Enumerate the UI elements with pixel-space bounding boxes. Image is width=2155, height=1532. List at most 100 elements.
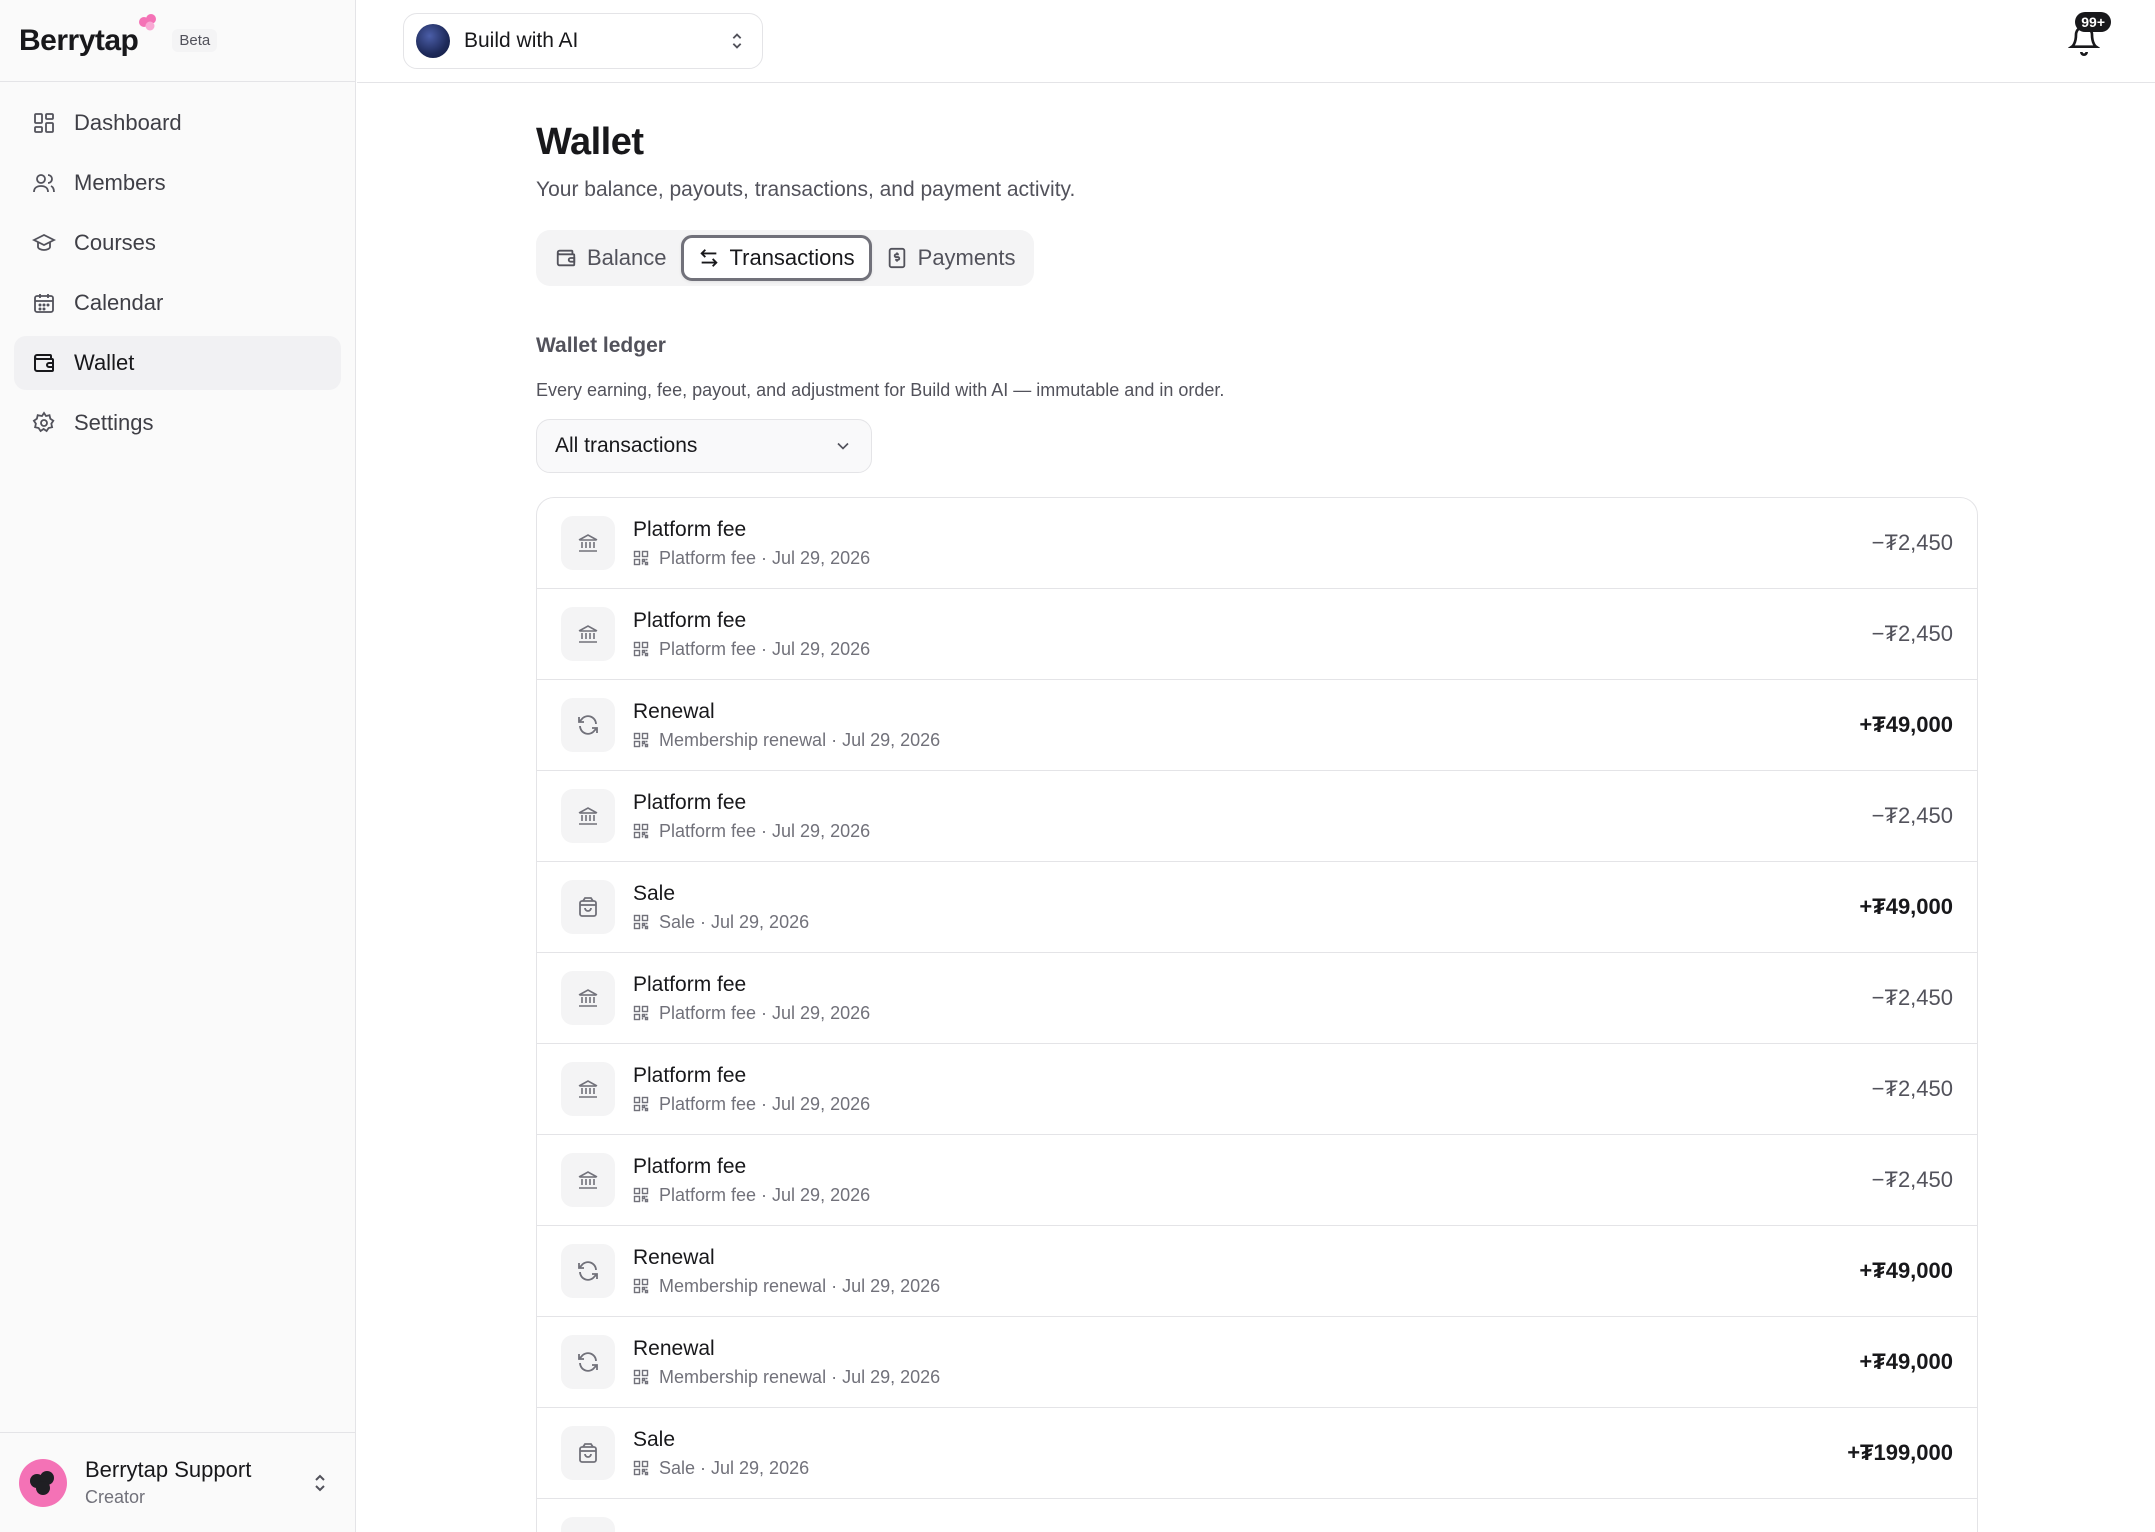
receipt-dollar-icon [888, 247, 905, 269]
ledger-row-meta-text: Platform fee · Jul 29, 2026 [659, 1184, 871, 1205]
bank-icon [561, 1062, 615, 1116]
wallet-icon [32, 351, 56, 375]
ledger-row[interactable]: Platform fee Platform fee · Jul 29, 2026… [537, 1044, 1977, 1135]
tab-transactions[interactable]: Transactions [680, 235, 872, 281]
qr-code-icon [633, 550, 659, 566]
ledger-row[interactable]: Renewal Membership renewal · Jul 29, 202… [537, 680, 1977, 771]
bank-icon [561, 971, 615, 1025]
sidebar-item-label: Members [74, 170, 166, 195]
ledger-row-amount: +₮49,000 [1859, 1349, 1953, 1374]
space-switcher[interactable]: Build with AI [403, 13, 763, 69]
refresh-icon [561, 1244, 615, 1298]
notification-badge: 99+ [2075, 12, 2111, 32]
ledger-list: Platform fee Platform fee · Jul 29, 2026… [536, 497, 1978, 1532]
transaction-filter-select[interactable]: All transactions [536, 419, 872, 473]
ledger-row-title: Platform fee [633, 790, 747, 814]
chevron-down-icon [837, 442, 849, 450]
ledger-row-meta: Sale · Jul 29, 2026 [633, 1458, 1847, 1479]
ledger-row-meta: Membership renewal · Jul 29, 2026 [633, 1367, 1859, 1388]
ledger-row[interactable]: Platform fee Platform fee · Jul 29, 2026… [537, 1135, 1977, 1226]
bank-icon [561, 789, 615, 843]
sidebar-item-calendar[interactable]: Calendar [14, 276, 341, 330]
ledger-row[interactable]: Sale Sale · Jul 29, 2026 +₮49,000 [537, 862, 1977, 953]
ledger-row-meta-text: Platform fee · Jul 29, 2026 [659, 547, 871, 568]
ledger-description: Every earning, fee, payout, and adjustme… [536, 380, 1225, 400]
ledger-row[interactable]: Renewal Membership renewal · Jul 29, 202… [537, 1317, 1977, 1408]
ledger-row-meta: Platform fee · Jul 29, 2026 [633, 1094, 1872, 1115]
ledger-row-text: Platform fee Platform fee · Jul 29, 2026 [633, 973, 1872, 1024]
sidebar-item-label: Calendar [74, 290, 164, 315]
ledger-row-meta-text: Membership renewal · Jul 29, 2026 [659, 1366, 941, 1387]
ledger-row-meta-text: Platform fee · Jul 29, 2026 [659, 1002, 871, 1023]
qr-code-icon [633, 1278, 659, 1294]
brand: Berrytap Beta [0, 0, 355, 82]
ledger-row-meta: Platform fee · Jul 29, 2026 [633, 1003, 1872, 1024]
qr-code-icon [633, 732, 659, 748]
page-title: Wallet [536, 121, 644, 163]
ledger-row-meta-text: Platform fee · Jul 29, 2026 [659, 1093, 871, 1114]
sidebar-item-label: Courses [74, 230, 156, 255]
ledger-row-text: Renewal Membership renewal · Jul 29, 202… [633, 1337, 1859, 1388]
members-icon [32, 171, 56, 195]
wallet-icon [556, 249, 576, 267]
sidebar-item-courses[interactable]: Courses [14, 216, 341, 270]
ledger-row-text: Renewal Membership renewal · Jul 29, 202… [633, 1246, 1859, 1297]
topbar: Build with AI 99+ [357, 0, 2155, 83]
sidebar: Berrytap Beta Dashboard Members Courses … [0, 0, 356, 1532]
ledger-row-meta-text: Sale · Jul 29, 2026 [659, 911, 810, 932]
qr-code-icon [633, 1187, 659, 1203]
ledger-row[interactable]: Platform fee Platform fee · Jul 29, 2026… [537, 498, 1977, 589]
ledger-row-meta: Membership renewal · Jul 29, 2026 [633, 730, 1859, 751]
ledger-row-text: Platform fee Platform fee · Jul 29, 2026 [633, 791, 1872, 842]
tab-balance[interactable]: Balance [541, 235, 681, 281]
ledger-row-text: Sale Sale · Jul 29, 2026 [633, 882, 1859, 933]
ledger-row-text: Renewal Membership renewal · Jul 29, 202… [633, 700, 1859, 751]
brand-logo[interactable]: Berrytap [19, 13, 157, 58]
ledger-row[interactable]: Platform fee Platform fee · Jul 29, 2026… [537, 953, 1977, 1044]
sidebar-item-members[interactable]: Members [14, 156, 341, 210]
sidebar-item-label: Settings [74, 410, 154, 435]
ledger-row[interactable]: Platform fee Platform fee · Jul 29, 2026… [537, 771, 1977, 862]
ledger-row-meta: Platform fee · Jul 29, 2026 [633, 1185, 1872, 1206]
ledger-row-text: Sale Sale · Jul 29, 2026 [633, 1428, 1847, 1479]
space-name: Build with AI [464, 29, 579, 52]
ledger-row[interactable]: Renewal Membership renewal · Jul 29, 202… [537, 1226, 1977, 1317]
ledger-row-meta: Sale · Jul 29, 2026 [633, 912, 1859, 933]
user-menu[interactable]: Berrytap Support Creator [0, 1432, 356, 1532]
avatar [19, 1458, 67, 1507]
tab-payments[interactable]: Payments [872, 235, 1030, 281]
page-subtitle: Your balance, payouts, transactions, and… [536, 178, 1076, 201]
qr-code-icon [633, 1005, 659, 1021]
ledger-row-amount: +₮199,000 [1847, 1440, 1953, 1465]
berry-cluster-icon [30, 1470, 54, 1495]
ledger-row-amount: −₮2,450 [1871, 1076, 1953, 1101]
chevron-up-down-icon [315, 1474, 325, 1491]
filter-value: All transactions [555, 434, 698, 457]
qr-code-icon [633, 641, 659, 657]
ledger-row-meta-text: Membership renewal · Jul 29, 2026 [659, 1275, 941, 1296]
sidebar-item-settings[interactable]: Settings [14, 396, 341, 450]
settings-icon [32, 411, 56, 435]
ledger-row-amount: +₮49,000 [1859, 894, 1953, 919]
ledger-row-title: Renewal [633, 1245, 715, 1269]
ledger-row-title: Sale [633, 1427, 676, 1451]
ledger-row-title: Platform fee [633, 517, 747, 541]
ledger-row[interactable]: Platform fee Platform fee · Jul 29, 2026… [537, 589, 1977, 680]
sidebar-item-dashboard[interactable]: Dashboard [14, 96, 341, 150]
courses-icon [32, 231, 56, 255]
sidebar-item-wallet[interactable]: Wallet [14, 336, 341, 390]
ledger-row-text: Platform fee Platform fee · Jul 29, 2026 [633, 518, 1872, 569]
bank-icon [561, 516, 615, 570]
ledger-row-meta-text: Sale · Jul 29, 2026 [659, 1457, 810, 1478]
qr-code-icon [633, 1369, 659, 1385]
qr-code-icon [633, 823, 659, 839]
berry-icon [139, 13, 157, 30]
qr-code-icon [633, 1460, 659, 1476]
ledger-row-text: Platform fee Platform fee · Jul 29, 2026 [633, 1064, 1872, 1115]
ledger-row[interactable]: Sale Sale · Jul 29, 2026 +₮199,000 [537, 1408, 1977, 1499]
brand-name: Berrytap [19, 23, 139, 57]
ledger-row-meta-text: Platform fee · Jul 29, 2026 [659, 820, 871, 841]
ledger-row-title: Platform fee [633, 972, 747, 996]
ledger-row[interactable] [537, 1499, 1977, 1532]
sidebar-item-label: Dashboard [74, 110, 182, 135]
